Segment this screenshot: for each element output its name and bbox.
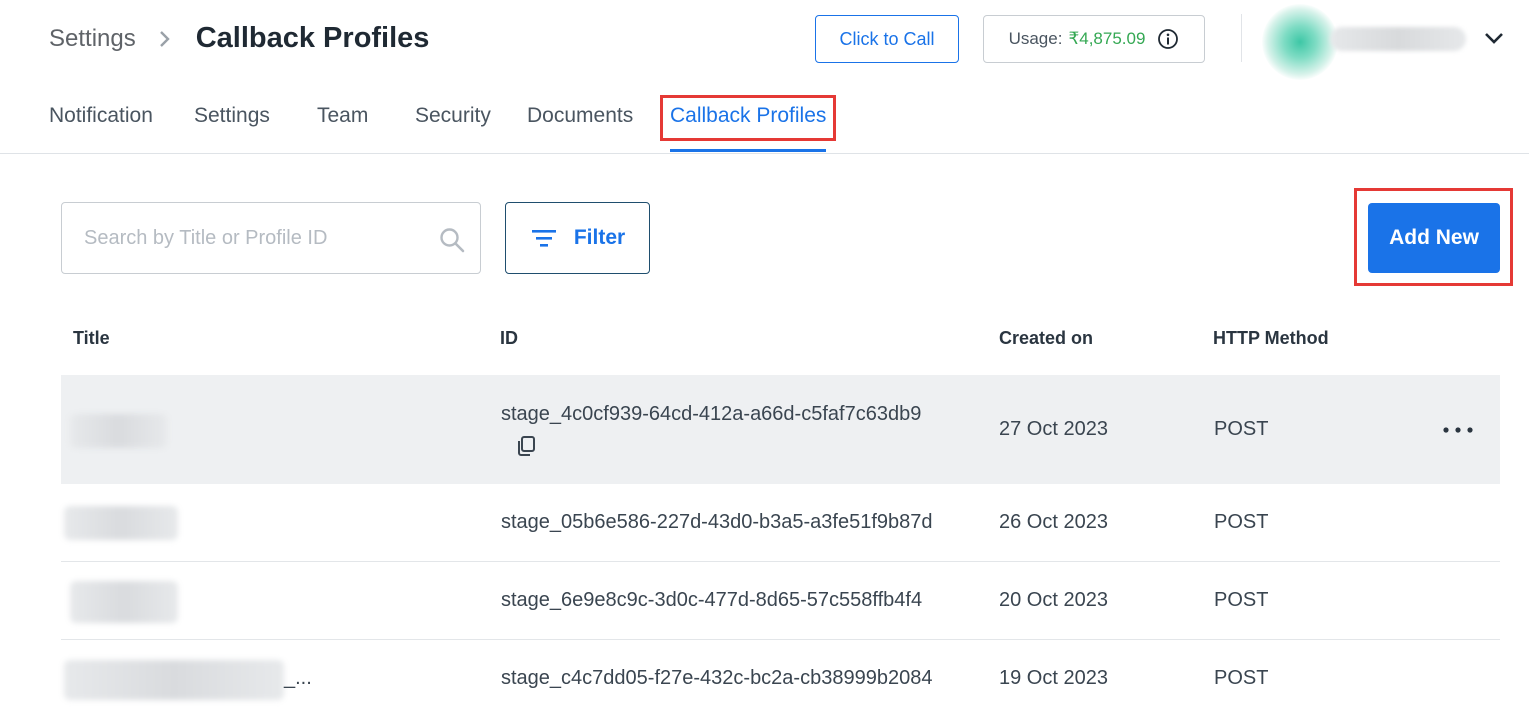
column-header-http-method[interactable]: HTTP Method xyxy=(1213,328,1329,349)
header-divider xyxy=(1241,14,1242,62)
usage-indicator[interactable]: Usage: ₹4,875.09 xyxy=(983,15,1205,63)
tab-documents[interactable]: Documents xyxy=(527,104,633,128)
copy-icon[interactable] xyxy=(516,435,536,457)
user-name-redacted xyxy=(1330,27,1466,51)
title-redacted xyxy=(64,660,284,700)
profile-id: stage_4c0cf939-64cd-412a-a66d-c5faf7c63d… xyxy=(501,403,922,425)
avatar[interactable] xyxy=(1262,4,1338,80)
title-redacted xyxy=(70,414,167,448)
tab-settings[interactable]: Settings xyxy=(194,104,270,128)
page-title: Callback Profiles xyxy=(195,22,430,54)
profile-id: stage_c4c7dd05-f27e-432c-bc2a-cb38999b20… xyxy=(501,667,933,689)
profile-id: stage_05b6e586-227d-43d0-b3a5-a3fe51f9b8… xyxy=(501,511,933,533)
click-to-call-button[interactable]: Click to Call xyxy=(815,15,959,63)
title-redacted xyxy=(64,506,178,540)
http-method: POST xyxy=(1214,418,1269,440)
search-icon[interactable] xyxy=(438,226,466,254)
search-input[interactable] xyxy=(62,203,422,273)
filter-icon xyxy=(531,230,556,247)
filter-label: Filter xyxy=(573,226,626,249)
created-on: 26 Oct 2023 xyxy=(999,511,1108,533)
info-icon[interactable] xyxy=(1157,28,1179,50)
http-method: POST xyxy=(1214,511,1269,533)
tab-security[interactable]: Security xyxy=(415,104,491,128)
column-header-title[interactable]: Title xyxy=(73,328,110,349)
add-new-highlight-box xyxy=(1354,188,1513,286)
usage-label: Usage: xyxy=(1008,29,1063,48)
created-on: 20 Oct 2023 xyxy=(999,589,1108,611)
chevron-right-icon xyxy=(159,30,170,47)
breadcrumb-settings[interactable]: Settings xyxy=(49,25,136,53)
http-method: POST xyxy=(1214,667,1269,689)
profile-id: stage_6e9e8c9c-3d0c-477d-8d65-57c558ffb4… xyxy=(501,589,923,611)
header: Settings Callback Profiles Click to Call… xyxy=(0,0,1529,80)
table-row[interactable] xyxy=(61,375,1500,484)
column-header-created-on[interactable]: Created on xyxy=(999,328,1093,349)
tab-team[interactable]: Team xyxy=(317,104,368,128)
breadcrumb: Settings Callback Profiles xyxy=(49,22,429,55)
column-header-id[interactable]: ID xyxy=(500,328,518,349)
created-on: 27 Oct 2023 xyxy=(999,418,1108,440)
title-redacted xyxy=(70,581,178,623)
active-tab-indicator xyxy=(670,149,826,152)
search-box xyxy=(61,202,481,274)
tab-highlight-box xyxy=(660,95,836,141)
usage-value: ₹4,875.09 xyxy=(1068,29,1146,48)
http-method: POST xyxy=(1214,589,1269,611)
chevron-down-icon[interactable] xyxy=(1482,28,1506,48)
title-truncation: _... xyxy=(284,667,312,689)
created-on: 19 Oct 2023 xyxy=(999,667,1108,689)
tab-notification[interactable]: Notification xyxy=(49,104,153,128)
filter-button[interactable]: Filter xyxy=(505,202,650,274)
more-horizontal-icon[interactable] xyxy=(1442,425,1474,435)
